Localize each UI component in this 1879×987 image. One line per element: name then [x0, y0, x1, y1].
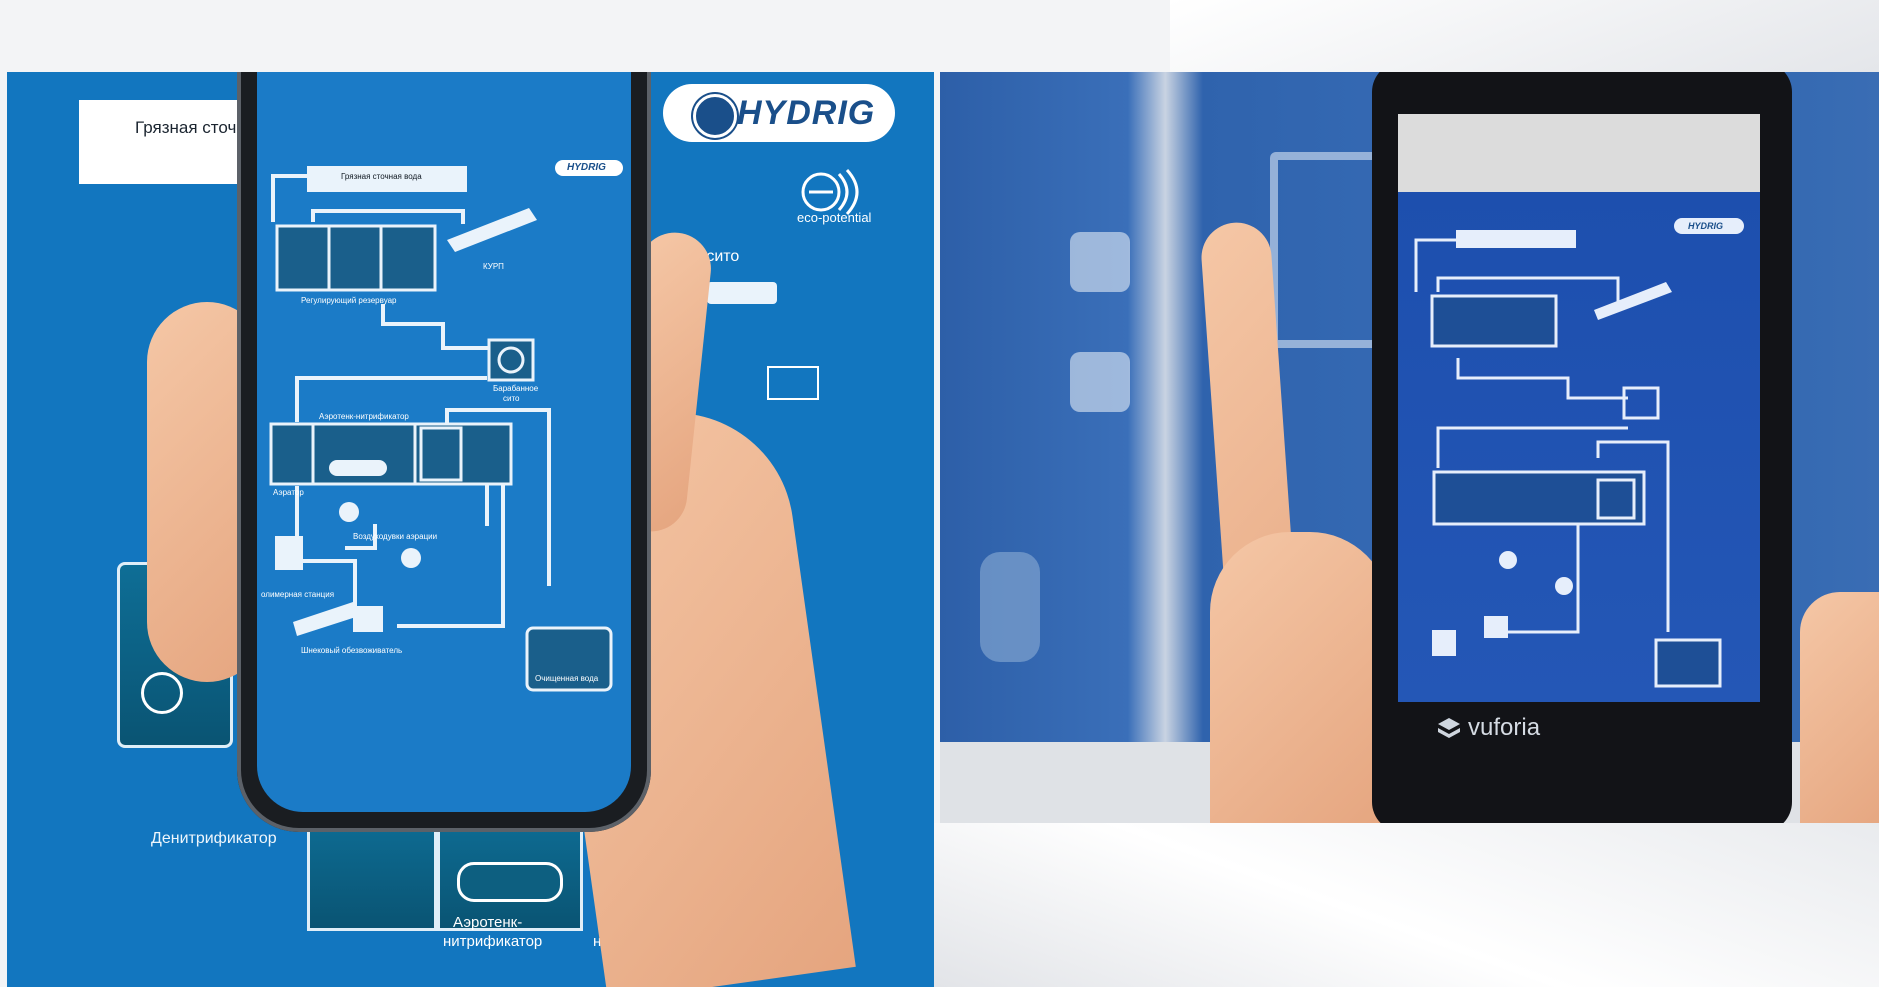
background-facet-top [1170, 0, 1879, 72]
diffuser-icon [457, 862, 563, 902]
right-process-diagram [1414, 230, 1722, 688]
right-phone-status-area [1398, 114, 1760, 192]
sieve-pipe [707, 282, 777, 304]
screen-aerotank-label: Аэротенк-нитрификатор [319, 412, 409, 421]
screen-blowers-label: Воздуходувки аэрации [353, 532, 438, 541]
denitrifier-label: Денитрификатор [151, 830, 277, 847]
poster-blur-shape-1 [1270, 152, 1386, 348]
aerotank-label-1: Аэротенк- [453, 914, 523, 931]
screen-polymer-label: олимерная станция [261, 590, 335, 599]
container-icon [767, 366, 819, 400]
right-phone-frame: HYDRIG vuforia [1372, 72, 1792, 823]
brand-logo-text: HYDRIG [737, 94, 876, 132]
poster-composite-left: Грязная сточ HYDRIG eco-potential е сито… [7, 72, 934, 987]
vuforia-logo-icon [1436, 716, 1462, 742]
screen-brand-text: HYDRIG [567, 162, 606, 173]
photo-right: HYDRIG vuforia [940, 72, 1879, 823]
mixer-icon [141, 672, 183, 714]
poster-blur-shape-4 [980, 552, 1040, 662]
brand-logo-icon [693, 94, 737, 138]
dirty-water-label: Грязная сточ [135, 118, 237, 137]
vuforia-watermark: vuforia [1468, 714, 1541, 741]
right-phone-screen: HYDRIG [1398, 192, 1760, 702]
phone-frame: HYDRIG Грязная сточная вода КУРП Регулир… [237, 72, 651, 832]
screen-clean-water-label: Очищенная вода [535, 674, 599, 683]
process-diagram [269, 166, 613, 692]
screen-dewaterer-label: Шнековый обезвоживатель [301, 646, 403, 655]
eco-potential-text: eco-potential [797, 210, 872, 225]
phone-screen: HYDRIG Грязная сточная вода КУРП Регулир… [257, 72, 631, 812]
screen-aerator-label: Аэратор [273, 488, 304, 497]
screen-reg-tank-label: Регулирующий резервуар [301, 296, 397, 305]
right-screen-brand-text: HYDRIG [1688, 221, 1724, 231]
screen-drum-sieve-label-2: сито [503, 394, 520, 403]
poster-blur-shape-3 [1070, 352, 1130, 412]
screen-kurp-label: КУРП [483, 262, 504, 271]
dirty-water-label-box [79, 100, 261, 184]
screen-drum-sieve-label-1: Барабанное [493, 384, 539, 393]
poster-blur-shape-2 [1070, 232, 1130, 292]
right-hand-side [1800, 592, 1879, 823]
background-facet-bottom [934, 823, 1879, 987]
aerotank-label-2: нитрификатор [443, 933, 543, 950]
right-hand-palm [1210, 532, 1390, 823]
screen-dirty-water-label: Грязная сточная вода [341, 172, 422, 181]
